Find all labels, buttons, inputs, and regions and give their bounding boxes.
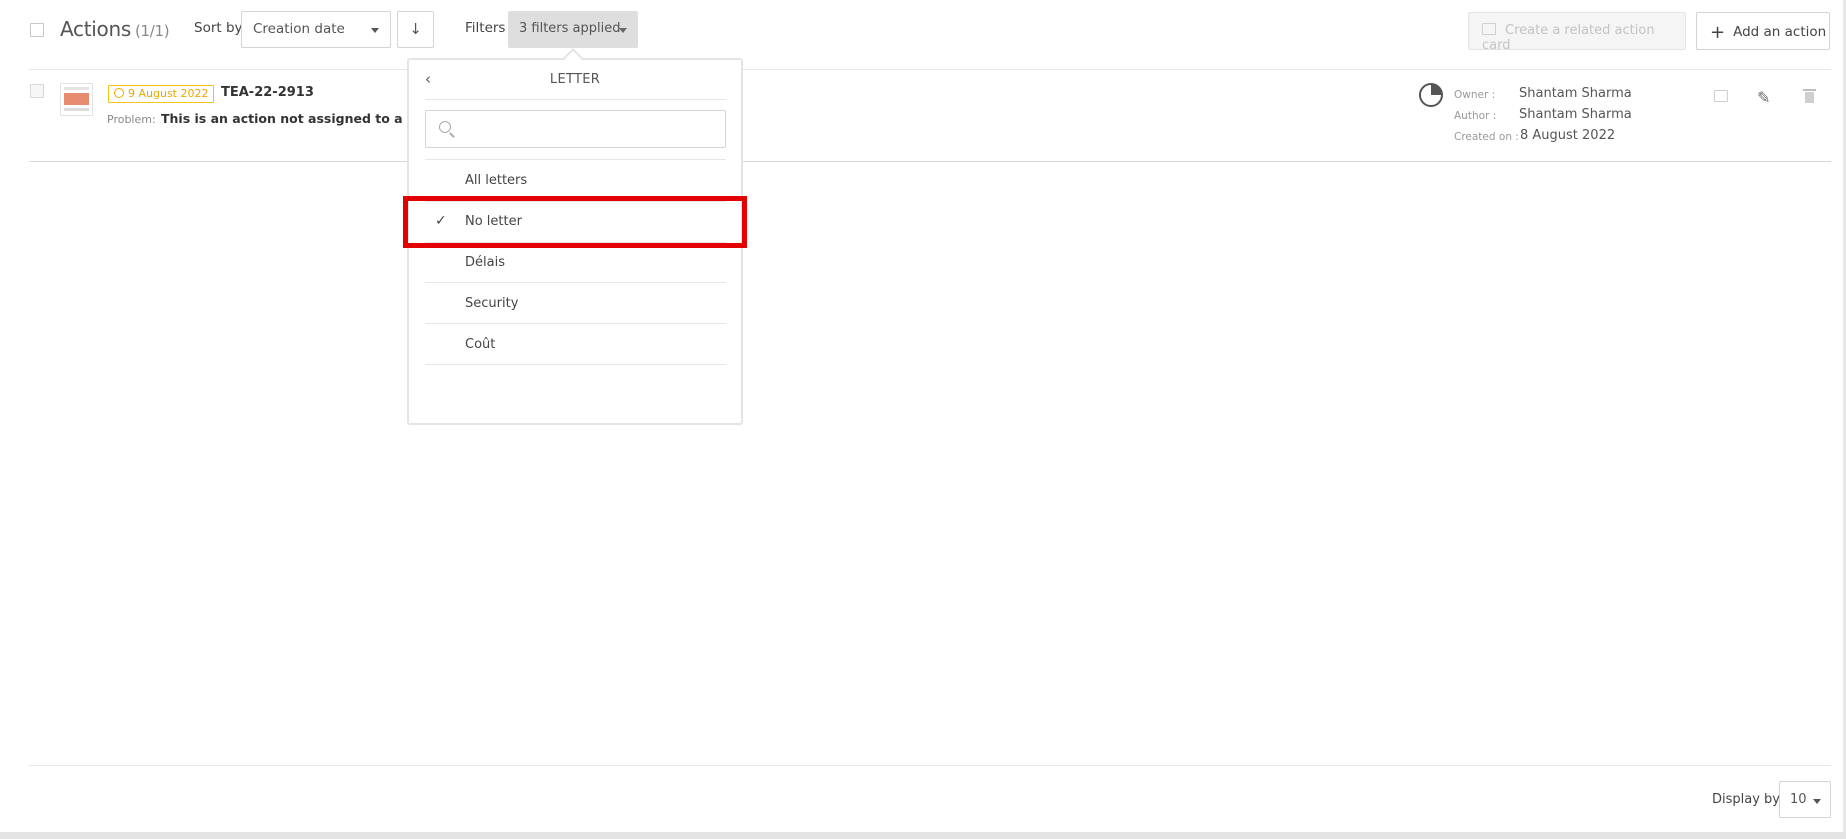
plus-icon: + bbox=[1710, 22, 1726, 43]
display-by-value: 10 bbox=[1790, 792, 1807, 807]
divider bbox=[29, 765, 1831, 766]
owner-label: Owner : bbox=[1454, 89, 1496, 101]
edit-pencil-icon[interactable]: ✎ bbox=[1757, 88, 1773, 107]
due-date-text: 9 August 2022 bbox=[128, 87, 209, 100]
divider bbox=[29, 69, 1831, 70]
add-action-button[interactable]: + Add an action bbox=[1696, 12, 1830, 50]
copy-icon[interactable] bbox=[1714, 90, 1728, 102]
option-cout[interactable]: Coût bbox=[425, 324, 726, 365]
select-all-checkbox[interactable] bbox=[30, 23, 44, 37]
search-icon bbox=[439, 121, 451, 133]
sort-select-value: Creation date bbox=[253, 21, 345, 37]
created-value: 8 August 2022 bbox=[1520, 128, 1616, 143]
divider bbox=[425, 364, 726, 365]
due-date-badge: 9 August 2022 bbox=[108, 85, 215, 103]
search-input[interactable] bbox=[425, 110, 726, 148]
option-label: Délais bbox=[465, 255, 505, 270]
clock-icon bbox=[114, 88, 124, 98]
actions-page: Actions (1/1) Sort by Creation date ↓ Fil… bbox=[0, 0, 1846, 839]
filters-label: Filters bbox=[465, 20, 506, 36]
actions-count: (1/1) bbox=[134, 22, 170, 40]
problem-text[interactable]: This is an action not assigned to a lett… bbox=[161, 111, 446, 126]
row-checkbox[interactable] bbox=[30, 84, 44, 98]
option-label: Security bbox=[465, 296, 519, 311]
related-button-label: Create a related action card bbox=[1482, 23, 1655, 53]
filters-button-label: 3 filters applied bbox=[519, 21, 621, 36]
add-button-label: Add an action bbox=[1733, 24, 1827, 40]
sort-direction-button[interactable]: ↓ bbox=[397, 11, 434, 48]
action-thumbnail[interactable] bbox=[60, 83, 93, 116]
option-security[interactable]: Security bbox=[425, 283, 726, 324]
arrow-down-icon: ↓ bbox=[409, 20, 422, 38]
sort-label: Sort by bbox=[194, 20, 243, 36]
pie-progress-icon bbox=[1419, 83, 1443, 107]
option-label: All letters bbox=[465, 173, 528, 188]
option-label: Coût bbox=[465, 337, 496, 352]
option-delais[interactable]: Délais bbox=[425, 242, 726, 283]
caret-down-icon bbox=[619, 28, 627, 33]
author-label: Author : bbox=[1454, 110, 1497, 122]
copy-icon bbox=[1482, 23, 1496, 35]
page-title-text: Actions bbox=[60, 17, 131, 41]
problem-label: Problem: bbox=[107, 113, 156, 126]
author-value: Shantam Sharma bbox=[1519, 107, 1632, 122]
divider bbox=[425, 99, 726, 100]
page-title: Actions (1/1) bbox=[60, 17, 170, 41]
display-by-label: Display by bbox=[1712, 792, 1780, 807]
caret-down-icon bbox=[1813, 799, 1821, 804]
trash-icon[interactable] bbox=[1803, 89, 1819, 105]
option-all-letters[interactable]: All letters bbox=[425, 160, 726, 201]
highlight-box bbox=[403, 196, 747, 248]
filters-button[interactable]: 3 filters applied bbox=[508, 11, 638, 48]
sort-select[interactable]: Creation date bbox=[241, 11, 391, 48]
display-by-select[interactable]: 10 bbox=[1779, 781, 1831, 818]
divider bbox=[29, 161, 1831, 162]
caret-down-icon bbox=[371, 28, 379, 33]
dropdown-title: LETTER bbox=[549, 72, 601, 87]
owner-value: Shantam Sharma bbox=[1519, 86, 1632, 101]
window-edge bbox=[0, 832, 1846, 839]
created-label: Created on : bbox=[1454, 131, 1519, 143]
create-related-action-card-button[interactable]: Create a related action card bbox=[1468, 12, 1686, 53]
action-reference[interactable]: TEA-22-2913 bbox=[221, 85, 314, 100]
